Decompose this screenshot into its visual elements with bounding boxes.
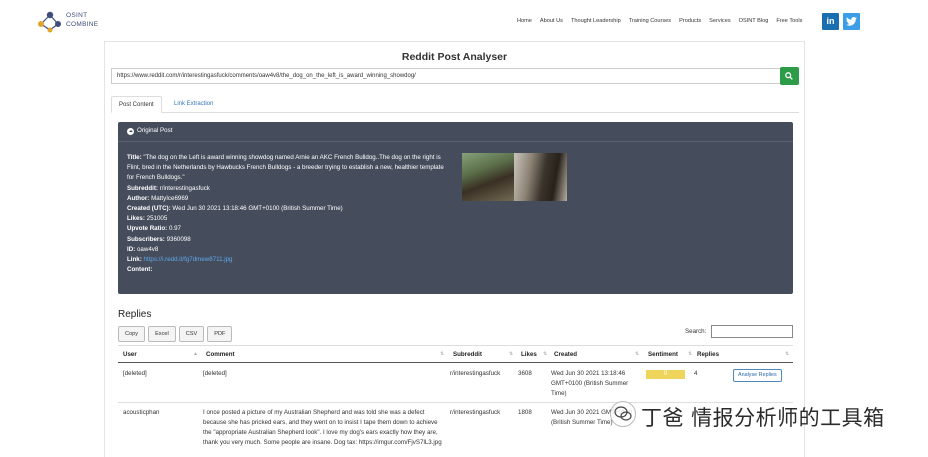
subreddit-value: r/interestingasfuck bbox=[159, 184, 210, 192]
cell-comment: [deleted] bbox=[203, 370, 227, 377]
tab-bar: Post Content Link Extraction bbox=[111, 96, 799, 113]
likes-value: 251005 bbox=[146, 215, 168, 223]
post-content-line: Content: bbox=[127, 265, 452, 275]
tab-link-extraction[interactable]: Link Extraction bbox=[167, 96, 220, 113]
linkedin-icon[interactable]: in bbox=[822, 13, 839, 30]
analyser-card: Reddit Post Analyser https://www.reddit.… bbox=[104, 41, 805, 457]
title-label: Title: bbox=[127, 154, 142, 161]
wechat-icon bbox=[610, 401, 636, 427]
col-comment[interactable]: Comment bbox=[206, 346, 235, 363]
nav-products[interactable]: Products bbox=[679, 18, 701, 24]
upvote-value: 0.97 bbox=[168, 225, 181, 233]
copy-button[interactable]: Copy bbox=[118, 326, 146, 342]
tab-post-content[interactable]: Post Content bbox=[111, 96, 162, 113]
nav-about-us[interactable]: About Us bbox=[540, 18, 563, 24]
analyse-replies-button[interactable]: Analyse Replies bbox=[733, 369, 782, 382]
table-search-input[interactable] bbox=[711, 325, 793, 338]
nav-home[interactable]: Home bbox=[517, 18, 532, 24]
nav-thought-leadership[interactable]: Thought Leadership bbox=[571, 18, 621, 24]
collapse-chevron-icon bbox=[127, 128, 134, 135]
col-sentiment[interactable]: Sentiment bbox=[648, 346, 678, 363]
post-likes-line: Likes: 251005 bbox=[127, 214, 452, 224]
post-image-link[interactable]: https://i.redd.it/fg7dmew8711.jpg bbox=[144, 256, 233, 263]
content-label: Content: bbox=[127, 266, 153, 274]
post-id-line: ID: oaw4v8 bbox=[127, 245, 452, 255]
cell-comment: I once posted a picture of my Australian… bbox=[203, 409, 442, 446]
wechat-watermark: 丁爸 情报分析师的工具箱 bbox=[610, 400, 910, 430]
author-label: Author: bbox=[127, 194, 150, 202]
table-row: [deleted] [deleted] r/interestingasfuck … bbox=[118, 363, 793, 403]
title-value: "The dog on the Left is award winning sh… bbox=[127, 154, 444, 182]
cell-subreddit: r/interestingasfuck bbox=[450, 370, 501, 377]
cell-subreddit: r/interestingasfuck bbox=[450, 409, 501, 416]
post-link-line: Link: https://i.redd.it/fg7dmew8711.jpg bbox=[127, 255, 452, 265]
col-created[interactable]: Created bbox=[554, 346, 577, 363]
col-likes[interactable]: Likes bbox=[521, 346, 537, 363]
pdf-button[interactable]: PDF bbox=[207, 326, 233, 342]
main-nav: Home About Us Thought Leadership Trainin… bbox=[517, 18, 810, 24]
search-button[interactable] bbox=[780, 67, 799, 85]
sort-icon: ⇅ bbox=[543, 351, 548, 357]
col-replies[interactable]: Replies bbox=[697, 346, 719, 363]
id-value: oaw4v8 bbox=[136, 245, 159, 253]
col-user[interactable]: User bbox=[123, 346, 137, 363]
created-label: Created (UTC): bbox=[127, 205, 171, 213]
sort-icon: ⇅ bbox=[635, 351, 640, 357]
twitter-icon[interactable] bbox=[843, 13, 860, 30]
sort-asc-icon: ▲ bbox=[193, 351, 198, 357]
cell-created: Wed Jun 30 2021 13:18:46 GMT+0100 (Briti… bbox=[551, 370, 629, 397]
link-label: Link: bbox=[127, 256, 142, 264]
post-title-line: Title: "The dog on the Left is award win… bbox=[127, 153, 452, 184]
logo-text-line2: COMBINE bbox=[66, 21, 99, 28]
subscribers-value: 9360098 bbox=[166, 235, 191, 243]
logo-network-icon bbox=[38, 11, 61, 33]
col-subreddit[interactable]: Subreddit bbox=[453, 346, 482, 363]
upvote-label: Upvote Ratio: bbox=[127, 225, 168, 233]
replies-heading: Replies bbox=[118, 309, 152, 320]
logo-text-line1: OSINT bbox=[66, 12, 88, 19]
table-search-label: Search: bbox=[685, 328, 707, 335]
post-image-right-dog[interactable] bbox=[514, 153, 567, 201]
post-created-line: Created (UTC): Wed Jun 30 2021 13:18:46 … bbox=[127, 204, 452, 214]
original-post-header[interactable]: Original Post bbox=[118, 122, 793, 142]
sort-icon: ⇅ bbox=[785, 351, 790, 357]
original-post-label: Original Post bbox=[137, 127, 173, 134]
page-title: Reddit Post Analyser bbox=[401, 51, 508, 63]
subreddit-label: Subreddit: bbox=[127, 184, 158, 192]
cell-likes: 3608 bbox=[518, 370, 532, 377]
sort-icon: ⇅ bbox=[509, 351, 514, 357]
likes-label: Likes: bbox=[127, 215, 145, 223]
cell-user: [deleted] bbox=[123, 370, 147, 377]
original-post-panel: Original Post Title: "The dog on the Lef… bbox=[118, 122, 793, 294]
sentiment-badge: 0 bbox=[646, 370, 685, 379]
subscribers-label: Subscribers: bbox=[127, 235, 165, 243]
author-value: MattyIce6969 bbox=[151, 194, 189, 202]
post-subscribers-line: Subscribers: 9360098 bbox=[127, 235, 452, 245]
export-buttons: Copy Excel CSV PDF bbox=[118, 326, 235, 342]
cell-replies: 4 bbox=[694, 370, 698, 377]
nav-free-tools[interactable]: Free Tools bbox=[776, 18, 802, 24]
osint-combine-logo[interactable]: OSINT COMBINE bbox=[36, 10, 106, 36]
site-header: OSINT COMBINE Home About Us Thought Lead… bbox=[0, 0, 928, 42]
created-value: Wed Jun 30 2021 13:18:46 GMT+0100 (Briti… bbox=[172, 205, 343, 213]
excel-button[interactable]: Excel bbox=[148, 326, 176, 342]
replies-table-header: User ▲ Comment ⇅ Subreddit ⇅ Likes ⇅ Cre… bbox=[118, 345, 793, 363]
nav-training-courses[interactable]: Training Courses bbox=[629, 18, 671, 24]
post-details: Title: "The dog on the Left is award win… bbox=[127, 153, 452, 275]
search-icon bbox=[785, 72, 793, 80]
cell-user: acousticphan bbox=[123, 409, 160, 416]
cell-likes: 1808 bbox=[518, 409, 532, 416]
post-author-line: Author: MattyIce6969 bbox=[127, 194, 452, 204]
post-subreddit-line: Subreddit: r/interestingasfuck bbox=[127, 184, 452, 194]
watermark-text: 丁爸 情报分析师的工具箱 bbox=[641, 406, 885, 430]
nav-osint-blog[interactable]: OSINT Blog bbox=[739, 18, 769, 24]
reddit-url-input[interactable]: https://www.reddit.com/r/interestingasfu… bbox=[111, 68, 781, 84]
post-upvote-line: Upvote Ratio: 0.97 bbox=[127, 224, 452, 234]
sort-icon: ⇅ bbox=[688, 351, 693, 357]
nav-services[interactable]: Services bbox=[709, 18, 730, 24]
csv-button[interactable]: CSV bbox=[178, 326, 205, 342]
sort-icon: ⇅ bbox=[440, 351, 445, 357]
post-image-left-dog[interactable] bbox=[462, 153, 514, 201]
id-label: ID: bbox=[127, 245, 136, 253]
